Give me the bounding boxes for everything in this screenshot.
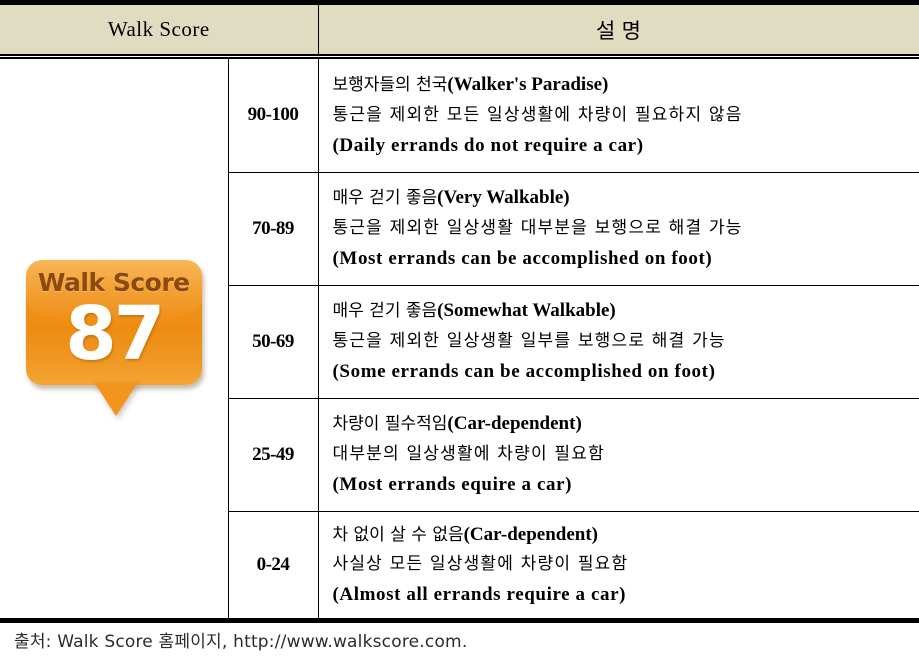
description-line-1-ko: 매우 걷기 좋음 (332, 301, 438, 322)
description-line-3: (Some errands can be accomplished on foo… (332, 360, 716, 382)
table-container: Walk Score 설 명 Walk Score 87 90-100 보행자들… (0, 0, 919, 623)
description-line-1-ko: 차 없이 살 수 없음 (332, 524, 464, 545)
description-line-1-en: (Somewhat Walkable) (437, 300, 616, 322)
table-bottom-rule (0, 617, 919, 623)
description-line-2: 통근을 제외한 모든 일상생활에 차량이 필요하지 않음 (332, 104, 743, 125)
description-line-2: 통근을 제외한 일상생활 대부분을 보행으로 해결 가능 (332, 218, 743, 239)
description-cell: 차 없이 살 수 없음(Car-dependent) 사실상 모든 일상생활에 … (318, 510, 919, 618)
header-cell-walk-score: Walk Score (0, 5, 319, 54)
description-line-3: (Most errands equire a car) (332, 473, 573, 495)
description-line-1-en: (Car-dependent) (463, 523, 599, 545)
walk-score-table-body: Walk Score 87 90-100 보행자들의 천국(Walker's P… (0, 59, 919, 618)
description-line-2: 대부분의 일상생활에 차량이 필요함 (332, 444, 605, 465)
badge-score-value: 87 (65, 291, 165, 378)
description-line-1-en: (Car-dependent) (447, 413, 582, 435)
score-range-cell: 70-89 (228, 171, 319, 285)
score-range-cell: 50-69 (228, 284, 319, 398)
description-line-1: 차량이 필수적임(Car-dependent) (333, 408, 919, 440)
description-line-1: 매우 걷기 좋음(Somewhat Walkable) (333, 295, 919, 327)
score-range-cell: 25-49 (228, 397, 319, 511)
description-line-1-en: (Very Walkable) (437, 187, 570, 209)
description-line-2: 사실상 모든 일상생활에 차량이 필요함 (332, 554, 629, 575)
description-line-2: 통근을 제외한 일상생활 일부를 보행으로 해결 가능 (332, 331, 726, 352)
description-cell: 보행자들의 천국(Walker's Paradise) 통근을 제외한 모든 일… (318, 59, 919, 172)
description-line-1: 보행자들의 천국(Walker's Paradise) (333, 69, 919, 101)
table-header-row: Walk Score 설 명 (0, 5, 919, 54)
score-range-cell: 90-100 (228, 59, 319, 172)
description-line-3: (Most errands can be accomplished on foo… (332, 247, 713, 269)
description-line-3: (Almost all errands require a car) (332, 583, 627, 605)
description-cell: 차량이 필수적임(Car-dependent) 대부분의 일상생활에 차량이 필… (318, 397, 919, 511)
description-line-1: 차 없이 살 수 없음(Car-dependent) (333, 519, 919, 551)
walk-score-badge: Walk Score 87 (16, 254, 212, 422)
score-range-cell: 0-24 (228, 510, 319, 618)
source-note: 출처: Walk Score 홈페이지, http://www.walkscor… (14, 632, 468, 652)
walk-score-table: Walk Score 설 명 (0, 5, 919, 54)
description-line-1-ko: 매우 걷기 좋음 (332, 188, 438, 209)
description-line-1-en: (Walker's Paradise) (447, 74, 609, 96)
description-line-1: 매우 걷기 좋음(Very Walkable) (333, 182, 919, 214)
description-cell: 매우 걷기 좋음(Very Walkable) 통근을 제외한 일상생활 대부분… (318, 171, 919, 285)
description-line-3: (Daily errands do not require a car) (332, 134, 644, 156)
badge-pointer-tail-icon (93, 382, 138, 417)
description-cell: 매우 걷기 좋음(Somewhat Walkable) 통근을 제외한 일상생활… (318, 284, 919, 398)
description-line-1-ko: 보행자들의 천국 (332, 75, 448, 96)
table-row: Walk Score 87 90-100 보행자들의 천국(Walker's P… (0, 59, 919, 618)
walk-score-table-page: Walk Score 설 명 Walk Score 87 90-100 보행자들… (0, 0, 919, 666)
description-line-1-ko: 차량이 필수적임 (332, 414, 448, 435)
header-cell-description: 설 명 (318, 5, 919, 54)
walk-score-badge-cell: Walk Score 87 (0, 59, 229, 618)
